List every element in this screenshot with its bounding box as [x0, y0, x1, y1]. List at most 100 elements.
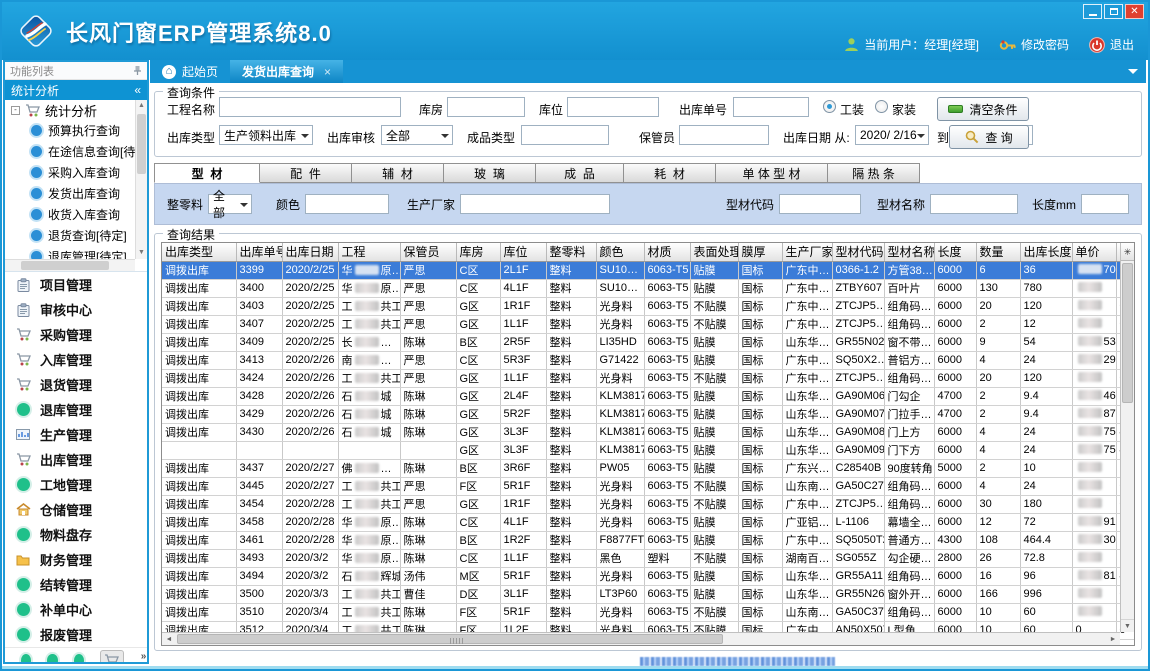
- audit-select[interactable]: 全部: [381, 125, 453, 145]
- column-header[interactable]: 材质: [644, 243, 690, 261]
- column-header[interactable]: 出库长度: [1020, 243, 1072, 261]
- table-row[interactable]: 调拨出库34302020/2/26石城陈琳G区3L3F整料KLM38176063…: [162, 423, 1135, 441]
- table-row[interactable]: 调拨出库34292020/2/26石城陈琳G区5R2F整料KLM38176063…: [162, 405, 1135, 423]
- column-header[interactable]: 颜色: [596, 243, 644, 261]
- warehouse-input[interactable]: [447, 97, 525, 117]
- column-header[interactable]: 生产厂家: [782, 243, 832, 261]
- keeper-input[interactable]: [679, 125, 769, 145]
- dot-icon[interactable]: [21, 654, 31, 664]
- tree-root[interactable]: - 统计分析: [5, 100, 147, 120]
- color-input[interactable]: [305, 194, 389, 214]
- table-row[interactable]: 调拨出库34092020/2/25长…陈琳B区2R5F整料LI35HD6063-…: [162, 333, 1135, 351]
- column-header[interactable]: 表面处理: [690, 243, 738, 261]
- table-row[interactable]: 调拨出库34242020/2/26工共工程严思G区1L1F整料光身料6063-T…: [162, 369, 1135, 387]
- project-name-input[interactable]: [219, 97, 401, 117]
- column-header[interactable]: 长度: [934, 243, 976, 261]
- table-row[interactable]: 调拨出库34932020/3/2华原…陈琳C区1L1F整料黑色塑料不贴膜国标湖南…: [162, 549, 1135, 567]
- tree-item[interactable]: 采购入库查询: [5, 162, 147, 183]
- outbound-type-select[interactable]: 生产领料出库: [219, 125, 313, 145]
- clear-conditions-button[interactable]: 清空条件: [937, 97, 1029, 121]
- material-tab[interactable]: 辅 材: [352, 163, 444, 183]
- tree-item[interactable]: 预算执行查询: [5, 120, 147, 141]
- date-from-picker[interactable]: 2020/ 2/16: [855, 125, 929, 145]
- sidebar-section[interactable]: 生产管理: [5, 422, 147, 447]
- tree-item[interactable]: 发货出库查询: [5, 183, 147, 204]
- sidebar-section[interactable]: 入库管理: [5, 347, 147, 372]
- radio-industrial[interactable]: [823, 100, 836, 113]
- length-input[interactable]: [1081, 194, 1129, 214]
- sidebar-section[interactable]: 审核中心: [5, 297, 147, 322]
- sidebar-section[interactable]: 退库管理: [5, 397, 147, 422]
- column-header[interactable]: 型材名称: [884, 243, 934, 261]
- table-row[interactable]: 调拨出库34132020/2/26南…严思C区5R3F整料G714226063-…: [162, 351, 1135, 369]
- product-type-input[interactable]: [521, 125, 609, 145]
- tab-shipment-query[interactable]: 发货出库查询 ×: [230, 60, 343, 83]
- manufacturer-input[interactable]: [460, 194, 610, 214]
- sidebar-section[interactable]: 出库管理: [5, 447, 147, 472]
- search-button[interactable]: 查 询: [949, 125, 1029, 149]
- sidebar-section[interactable]: 结转管理: [5, 572, 147, 597]
- expander-icon[interactable]: -: [11, 106, 20, 115]
- scrollbar-thumb[interactable]: [1122, 263, 1133, 403]
- tree-item[interactable]: 在途信息查询[待定]: [5, 141, 147, 162]
- column-header[interactable]: 出库类型: [162, 243, 236, 261]
- change-password-button[interactable]: 修改密码: [999, 36, 1069, 53]
- tree-vertical-scrollbar[interactable]: ▲▼: [135, 100, 147, 259]
- material-tab[interactable]: 配 件: [260, 163, 352, 183]
- tab-home[interactable]: ⌂ 起始页: [150, 60, 230, 83]
- dot-icon[interactable]: [74, 654, 84, 664]
- column-header[interactable]: 型材代码: [832, 243, 884, 261]
- radio-home[interactable]: [875, 100, 888, 113]
- sidebar-section[interactable]: 财务管理: [5, 547, 147, 572]
- table-row[interactable]: 调拨出库34452020/2/27工共工程严思F区5R1F整料光身料6063-T…: [162, 477, 1135, 495]
- material-tab[interactable]: 玻 璃: [444, 163, 536, 183]
- collapse-icon[interactable]: «: [134, 83, 141, 97]
- column-header[interactable]: 出库日期: [282, 243, 338, 261]
- sidebar-section[interactable]: 补单中心: [5, 597, 147, 622]
- table-row[interactable]: 调拨出库35002020/3/3工共工程曹佳D区3L1F整料LT3P606063…: [162, 585, 1135, 603]
- tree-item[interactable]: 收货入库查询: [5, 204, 147, 225]
- column-header[interactable]: 库位: [500, 243, 546, 261]
- material-tab[interactable]: 耗 材: [624, 163, 716, 183]
- maximize-button[interactable]: [1104, 4, 1123, 19]
- profile-code-input[interactable]: [779, 194, 861, 214]
- pin-icon[interactable]: [133, 65, 142, 76]
- sidebar-section[interactable]: 退货管理: [5, 372, 147, 397]
- column-header[interactable]: 出库单号: [236, 243, 282, 261]
- sidebar-section[interactable]: 报废管理: [5, 622, 147, 647]
- sidebar-section[interactable]: 项目管理: [5, 272, 147, 297]
- table-row[interactable]: 调拨出库35102020/3/4工共工程陈琳F区5R1F整料光身料6063-T5…: [162, 603, 1135, 621]
- table-row[interactable]: 调拨出库34072020/2/25工共工程严思G区1L1F整料光身料6063-T…: [162, 315, 1135, 333]
- tab-close-icon[interactable]: ×: [324, 65, 331, 79]
- close-button[interactable]: ✕: [1125, 4, 1144, 19]
- column-header[interactable]: 整零料: [546, 243, 596, 261]
- tree-horizontal-scrollbar[interactable]: [5, 259, 135, 271]
- column-header[interactable]: 数量: [976, 243, 1020, 261]
- column-header[interactable]: 单价: [1072, 243, 1116, 261]
- table-row[interactable]: 调拨出库34542020/2/28工共工程严思G区1R1F整料光身料6063-T…: [162, 495, 1135, 513]
- sidebar-section[interactable]: 物料盘存: [5, 522, 147, 547]
- sidebar-section[interactable]: 工地管理: [5, 472, 147, 497]
- cart-shortcut-button[interactable]: [100, 650, 124, 665]
- whole-part-select[interactable]: 全部: [208, 194, 252, 214]
- tree-item[interactable]: 退货查询[待定]: [5, 225, 147, 246]
- table-row[interactable]: 调拨出库34582020/2/28华原…陈琳C区4L1F整料光身料6063-T5…: [162, 513, 1135, 531]
- material-tab[interactable]: 单 体 型 材: [716, 163, 828, 183]
- column-header[interactable]: 库房: [456, 243, 500, 261]
- table-row[interactable]: 调拨出库34032020/2/25工共工程严思G区1R1F整料光身料6063-T…: [162, 297, 1135, 315]
- more-sections-button[interactable]: »▼: [140, 653, 147, 665]
- column-header[interactable]: 工程: [338, 243, 400, 261]
- material-tab[interactable]: 隔 热 条: [828, 163, 920, 183]
- profile-name-input[interactable]: [930, 194, 1018, 214]
- location-input[interactable]: [567, 97, 659, 117]
- material-tab[interactable]: 型 材: [154, 163, 260, 183]
- vertical-scrollbar[interactable]: ✳ ▼: [1120, 243, 1134, 632]
- minimize-button[interactable]: [1083, 4, 1102, 19]
- sidebar-section[interactable]: 仓储管理: [5, 497, 147, 522]
- material-tab[interactable]: 成 品: [536, 163, 624, 183]
- scrollbar-thumb[interactable]: [177, 634, 723, 644]
- column-header[interactable]: 保管员: [400, 243, 456, 261]
- tab-list-dropdown-icon[interactable]: [1128, 69, 1138, 79]
- table-row[interactable]: G区3L3F整料KLM38176063-T5贴膜国标山东华…GA90M09…门下…: [162, 441, 1135, 459]
- order-no-input[interactable]: [733, 97, 809, 117]
